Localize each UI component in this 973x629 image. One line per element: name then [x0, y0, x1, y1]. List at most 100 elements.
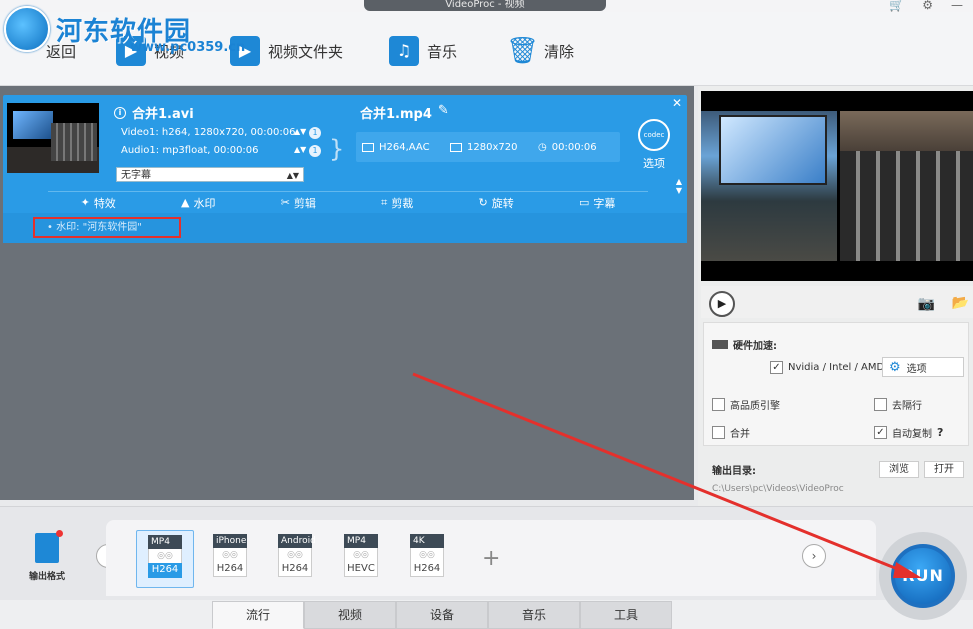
output-format-label: 输出格式 — [28, 572, 65, 582]
logo-url: www.pc0359.cn — [130, 40, 246, 55]
format-codec: H264 — [213, 562, 247, 577]
gear-icon: ⚙ — [889, 359, 901, 375]
tab-music[interactable]: 音乐 — [488, 601, 580, 629]
format-tag: Android — [278, 534, 316, 548]
merge-text: 合并 — [730, 429, 750, 440]
scissors-icon: ✂ — [280, 196, 290, 209]
output-resolution: 1280x720 — [467, 141, 518, 153]
output-format-icon — [35, 530, 63, 563]
format-item-mp4-hevc[interactable]: MP4 ◎◎ HEVC — [332, 530, 390, 588]
processing-options: 硬件加速: ✓ Nvidia / Intel / AMD ⚙ 选项 高品质引擎 去隔… — [703, 322, 969, 446]
checkbox-icon — [712, 426, 725, 439]
tab-device[interactable]: 设备 — [396, 601, 488, 629]
reorder-arrows-icon[interactable]: ▲ ▼ — [676, 177, 682, 195]
format-item-mp4-h264[interactable]: MP4 ◎◎ H264 — [136, 530, 194, 588]
output-codec: H264,AAC — [379, 141, 430, 153]
rotate-icon: ↻ — [478, 196, 488, 209]
effects-button[interactable]: ✦ 特效 — [81, 195, 116, 211]
format-item-iphone-h264[interactable]: iPhone ◎◎ H264 — [201, 530, 259, 588]
folder-icon[interactable]: 📂 — [952, 295, 969, 311]
settings-gear-icon[interactable]: ⚙ — [922, 0, 933, 12]
film-reel-icon: ◎◎ — [344, 548, 378, 562]
format-item-4k-h264[interactable]: 4K ◎◎ H264 — [398, 530, 456, 588]
tab-popular[interactable]: 流行 — [212, 601, 304, 629]
source-file-name: i 合并1.avi — [114, 103, 194, 122]
output-dir-path[interactable]: C:\Users\pc\Videos\VideoProc — [712, 484, 844, 494]
window-title: VideoProc - 视频 — [364, 0, 606, 11]
hw-options-button[interactable]: ⚙ 选项 — [882, 357, 964, 377]
info-icon[interactable]: i — [114, 106, 126, 119]
trash-icon: 🗑 — [506, 36, 540, 66]
checkbox-checked-icon: ✓ — [874, 426, 887, 439]
resolution-icon — [450, 142, 462, 152]
tab-tools[interactable]: 工具 — [580, 601, 672, 629]
codec-options-button[interactable]: codec 选项 — [636, 119, 672, 171]
cut-button[interactable]: ✂ 剪辑 — [281, 195, 316, 211]
format-codec: H264 — [278, 562, 312, 577]
rotate-label: 旋转 — [491, 196, 514, 210]
camera-icon[interactable]: 📷 — [918, 296, 935, 312]
subtitle-icon: ▭ — [578, 196, 590, 209]
run-button[interactable]: RUN — [891, 544, 955, 608]
source-name-text: 合并1.avi — [132, 107, 194, 122]
watermark-info-highlight: • 水印: "河东软件园" — [33, 217, 181, 238]
audio-track-spinner-icon[interactable]: ▲▼ — [294, 145, 306, 154]
minimize-icon[interactable]: — — [951, 0, 963, 12]
music-add-icon: ♫ — [389, 36, 419, 66]
high-quality-engine-checkbox[interactable]: 高品质引擎 — [712, 397, 780, 412]
deinterlace-text: 去隔行 — [892, 401, 922, 412]
browse-button[interactable]: 浏览 — [879, 461, 919, 478]
crop-label: 剪裁 — [391, 196, 414, 210]
hw-option-text: Nvidia / Intel / AMD — [788, 362, 885, 373]
audio-track-info: Audio1: mp3float, 00:00:06 — [121, 145, 259, 156]
video-folder-label: 视频文件夹 — [268, 42, 344, 61]
output-summary: H264,AAC 1280x720 ◷ 00:00:06 — [356, 132, 620, 162]
select-arrow-icon: ▲▼ — [286, 171, 299, 180]
add-music-button[interactable]: ♫ 音乐 — [389, 34, 457, 68]
run-button-area: RUN — [873, 526, 973, 629]
format-strip: MP4 ◎◎ H264 iPhone ◎◎ H264 Android ◎◎ H2… — [106, 520, 876, 596]
play-icon[interactable]: ▶ — [709, 291, 735, 317]
task-card[interactable]: i 合并1.avi Video1: h264, 1280x720, 00:00:… — [3, 95, 687, 243]
bullet-icon: • — [47, 222, 53, 233]
chevron-right-icon[interactable]: › — [802, 544, 826, 568]
film-reel-icon: ◎◎ — [148, 549, 182, 563]
output-file-name[interactable]: 合并1.mp4 ✎ — [360, 103, 449, 122]
right-panel: ▶ 📷 📂 硬件加速: ✓ Nvidia / Intel / AMD ⚙ 选项 高品… — [698, 86, 973, 506]
format-tag: 4K — [410, 534, 444, 548]
tab-video[interactable]: 视频 — [304, 601, 396, 629]
video-preview[interactable] — [701, 91, 973, 281]
video-track-spinner-icon[interactable]: ▲▼ — [294, 127, 306, 136]
checkbox-icon — [874, 398, 887, 411]
format-item-android-h264[interactable]: Android ◎◎ H264 — [266, 530, 324, 588]
merge-brace-icon: } — [329, 135, 345, 163]
subtitle-button[interactable]: ▭ 字幕 — [579, 195, 615, 211]
close-icon[interactable]: ✕ — [672, 96, 682, 110]
merge-checkbox[interactable]: 合并 — [712, 425, 750, 440]
deinterlace-checkbox[interactable]: 去隔行 — [874, 397, 922, 412]
clear-button[interactable]: 🗑 清除 — [506, 34, 574, 68]
add-format-plus-icon[interactable]: + — [482, 546, 500, 571]
output-name-text: 合并1.mp4 — [360, 107, 432, 122]
hw-accel-checkbox[interactable]: ✓ Nvidia / Intel / AMD — [770, 361, 884, 374]
open-button[interactable]: 打开 — [924, 461, 964, 478]
edit-pencil-icon[interactable]: ✎ — [438, 103, 449, 122]
format-codec: HEVC — [344, 562, 378, 577]
format-panel: 输出格式 ‹ MP4 ◎◎ H264 iPhone ◎◎ H264 Androi… — [0, 506, 973, 600]
codec-gear-icon: codec — [638, 119, 670, 151]
rotate-button[interactable]: ↻ 旋转 — [479, 195, 514, 211]
video-thumbnail[interactable] — [7, 103, 99, 173]
preview-controls: ▶ 📷 📂 — [701, 286, 973, 318]
subtitle-select[interactable]: 无字幕 ▲▼ — [116, 167, 304, 182]
watermark-button[interactable]: ▲ 水印 — [181, 195, 215, 211]
crop-button[interactable]: ⌗ 剪裁 — [381, 195, 413, 211]
help-icon[interactable]: ? — [937, 426, 943, 439]
title-icons: 🛒 ⚙ — — [889, 0, 963, 12]
add-video-folder-button[interactable]: ▶ 视频文件夹 — [230, 34, 343, 68]
cart-icon[interactable]: 🛒 — [889, 0, 904, 12]
auto-copy-checkbox[interactable]: ✓ 自动复制? — [874, 425, 943, 440]
format-codec: H264 — [148, 563, 182, 578]
output-format-button[interactable]: 输出格式 — [22, 530, 72, 582]
format-tag: MP4 — [148, 535, 182, 549]
chip-icon — [712, 340, 728, 349]
